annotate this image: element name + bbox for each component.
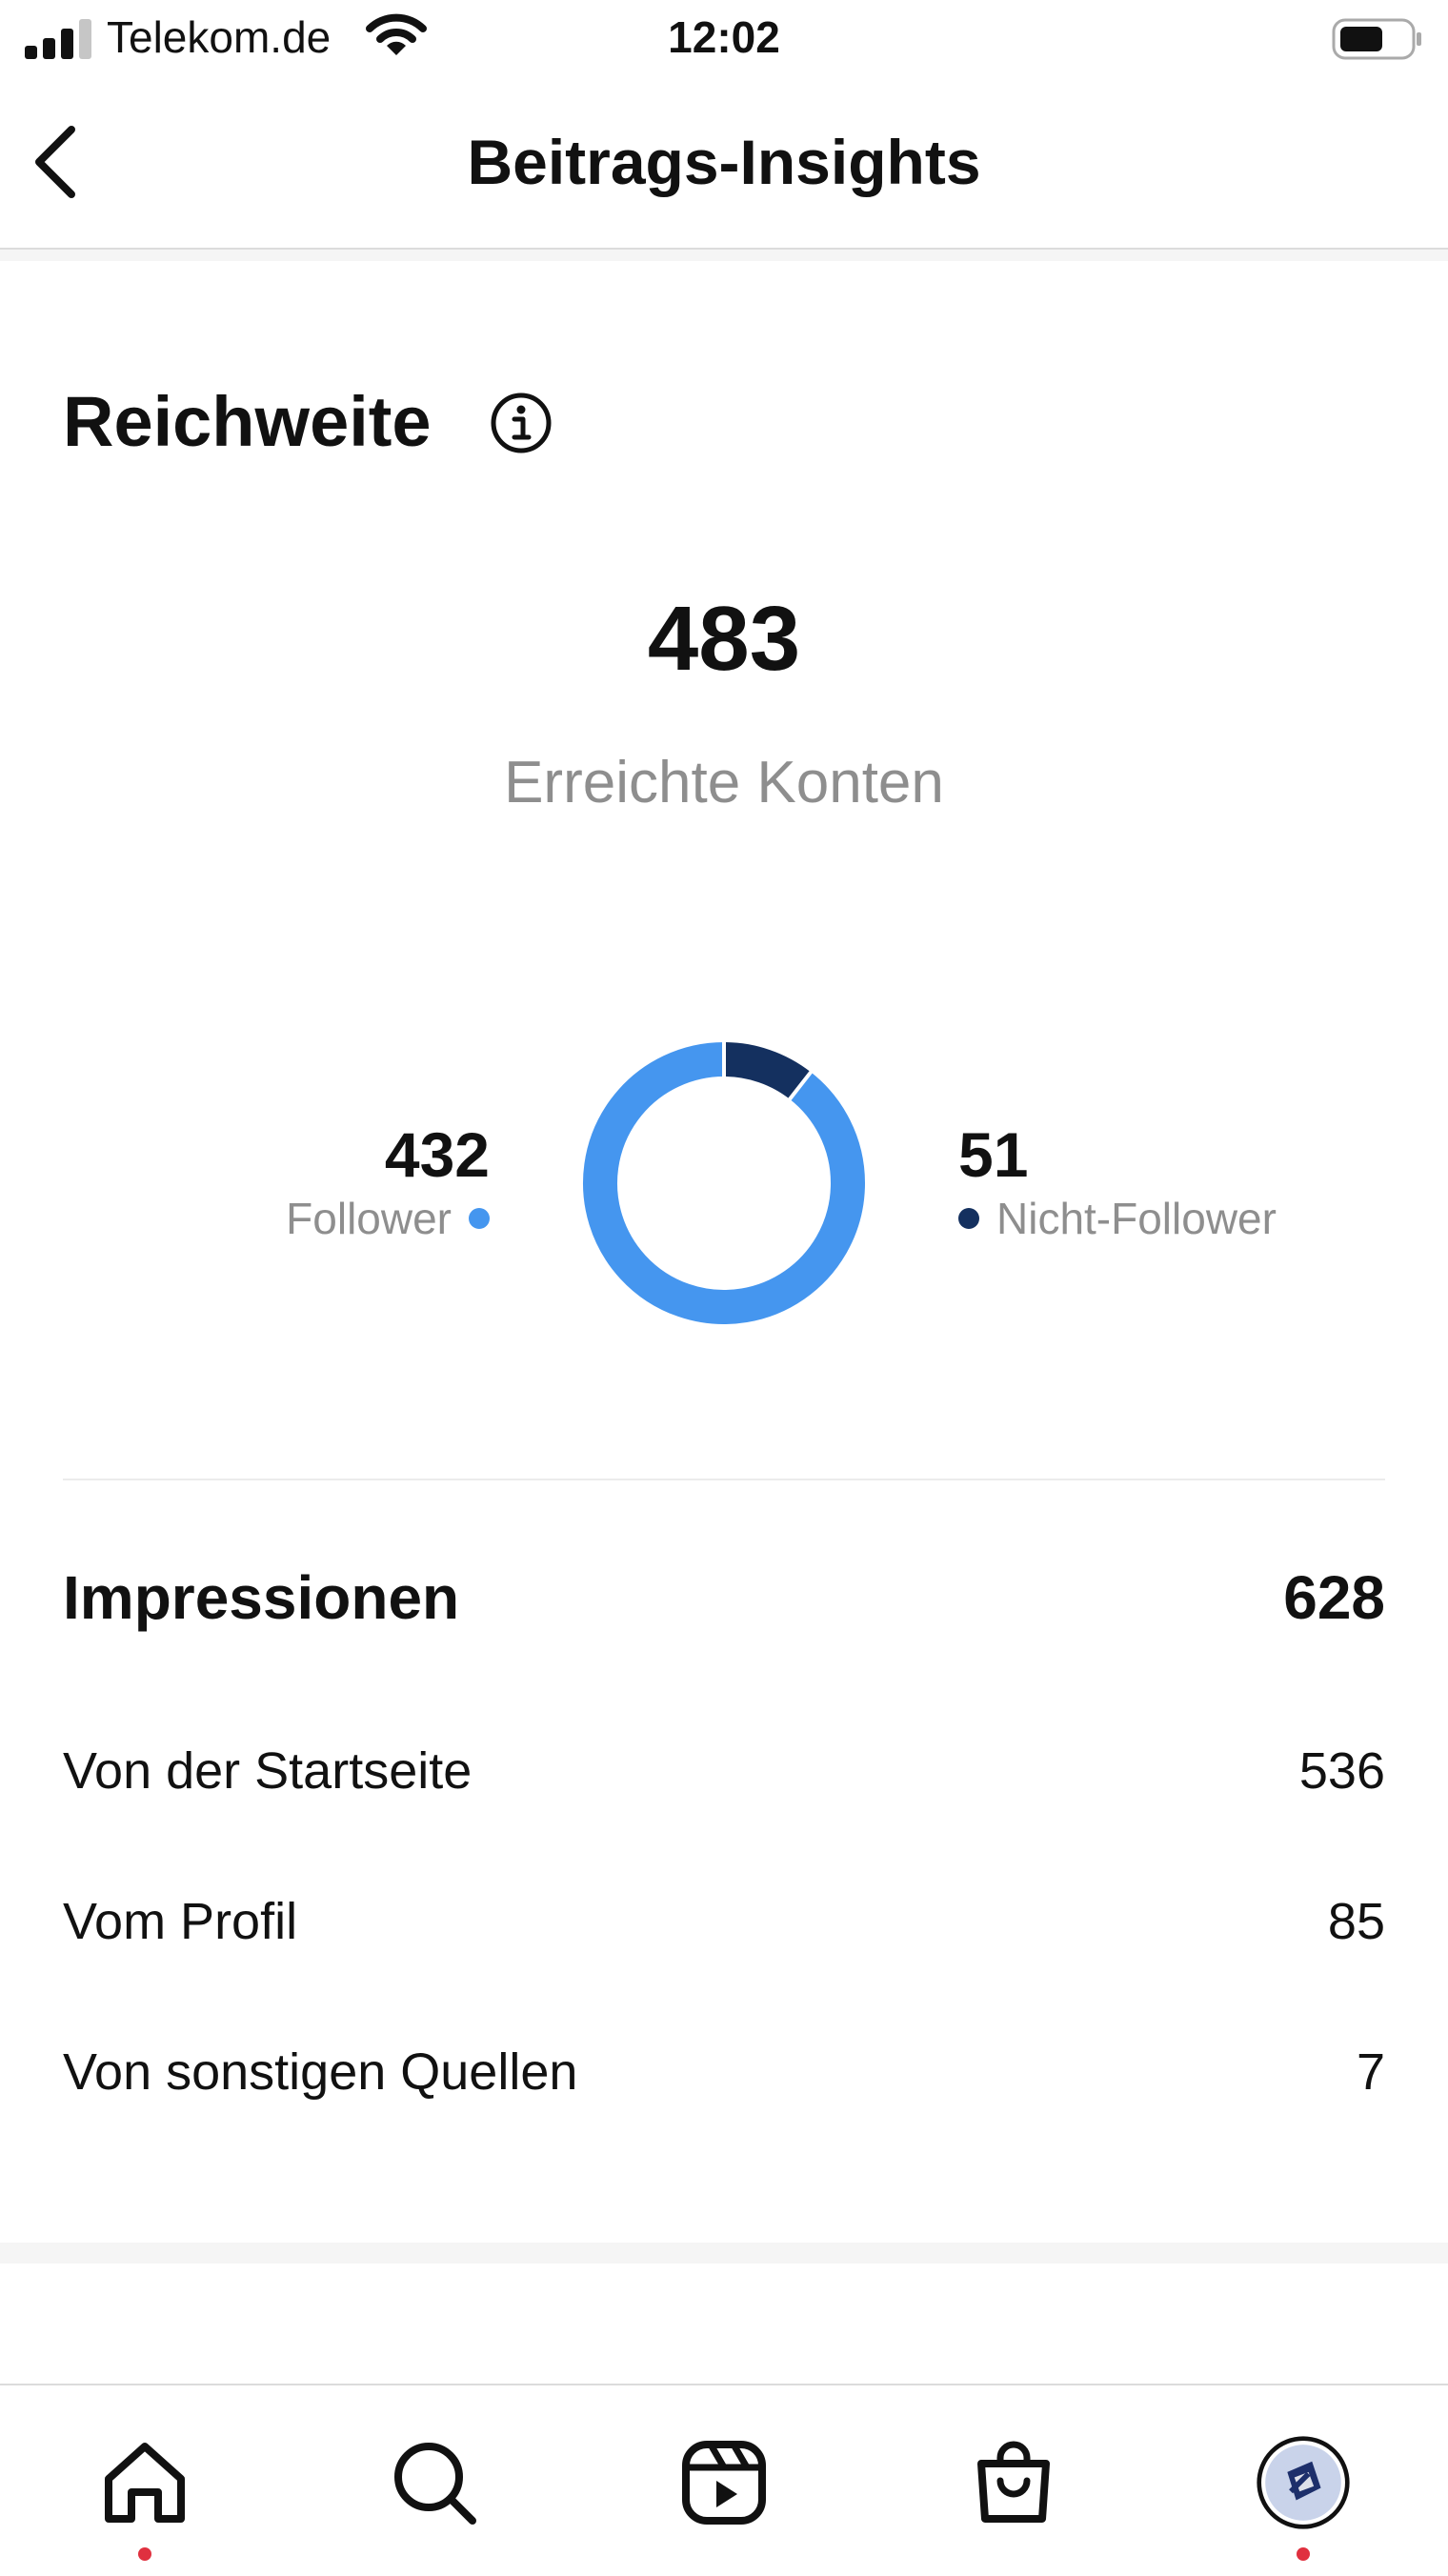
page-title: Beitrags-Insights	[467, 127, 981, 197]
impressions-title: Impressionen	[63, 1563, 460, 1632]
home-icon	[105, 2443, 185, 2523]
impressions-row-value: 7	[1356, 2043, 1385, 2101]
non-follower-slice	[723, 1042, 812, 1100]
tab-search[interactable]	[387, 2435, 482, 2530]
followers-value: 432	[384, 1119, 490, 1190]
status-time: 12:02	[668, 12, 780, 62]
non-followers-label: Nicht-Follower	[996, 1194, 1277, 1243]
status-bar: Telekom.de 12:02	[0, 0, 1448, 76]
tab-profile[interactable]	[1256, 2435, 1351, 2530]
reach-title: Reichweite	[63, 382, 432, 461]
impressions-row: Vom Profil 85	[63, 1892, 1385, 1951]
accounts-reached-value: 483	[647, 588, 801, 690]
tab-bar-divider	[0, 2384, 1448, 2385]
reach-donut-chart	[583, 1040, 865, 1324]
section-gap	[0, 250, 1448, 261]
followers-legend-dot	[469, 1208, 490, 1229]
impressions-row-label: Von der Startseite	[63, 1742, 473, 1800]
non-followers-value: 51	[958, 1119, 1029, 1190]
battery-icon	[1332, 18, 1421, 60]
impressions-row-value: 536	[1298, 1742, 1385, 1800]
profile-notification-dot	[1297, 2547, 1310, 2561]
impressions-row-value: 85	[1327, 1893, 1385, 1950]
shop-icon	[977, 2441, 1050, 2523]
section-gap	[0, 2243, 1448, 2264]
profile-avatar	[1257, 2436, 1350, 2529]
accounts-reached-label: Erreichte Konten	[504, 750, 944, 815]
non-followers-legend: Nicht-Follower	[958, 1193, 1277, 1244]
impressions-row: Von sonstigen Quellen 7	[63, 2043, 1385, 2102]
impressions-total: 628	[1283, 1563, 1385, 1632]
search-icon	[394, 2443, 476, 2525]
tab-shop[interactable]	[966, 2435, 1061, 2530]
section-divider	[63, 1479, 1385, 1480]
tab-reels[interactable]	[676, 2435, 772, 2530]
info-icon[interactable]	[490, 392, 553, 454]
impressions-header: Impressionen 628	[63, 1562, 1385, 1633]
tab-home[interactable]	[97, 2435, 192, 2530]
home-notification-dot	[138, 2547, 151, 2561]
impressions-row: Von der Startseite 536	[63, 1741, 1385, 1801]
non-followers-legend-dot	[958, 1208, 979, 1229]
impressions-row-label: Vom Profil	[63, 1893, 298, 1950]
reels-icon	[682, 2441, 766, 2525]
followers-label: Follower	[286, 1194, 452, 1243]
followers-legend: Follower	[286, 1193, 490, 1244]
follower-slice	[583, 1042, 865, 1324]
impressions-row-label: Von sonstigen Quellen	[63, 2043, 578, 2101]
